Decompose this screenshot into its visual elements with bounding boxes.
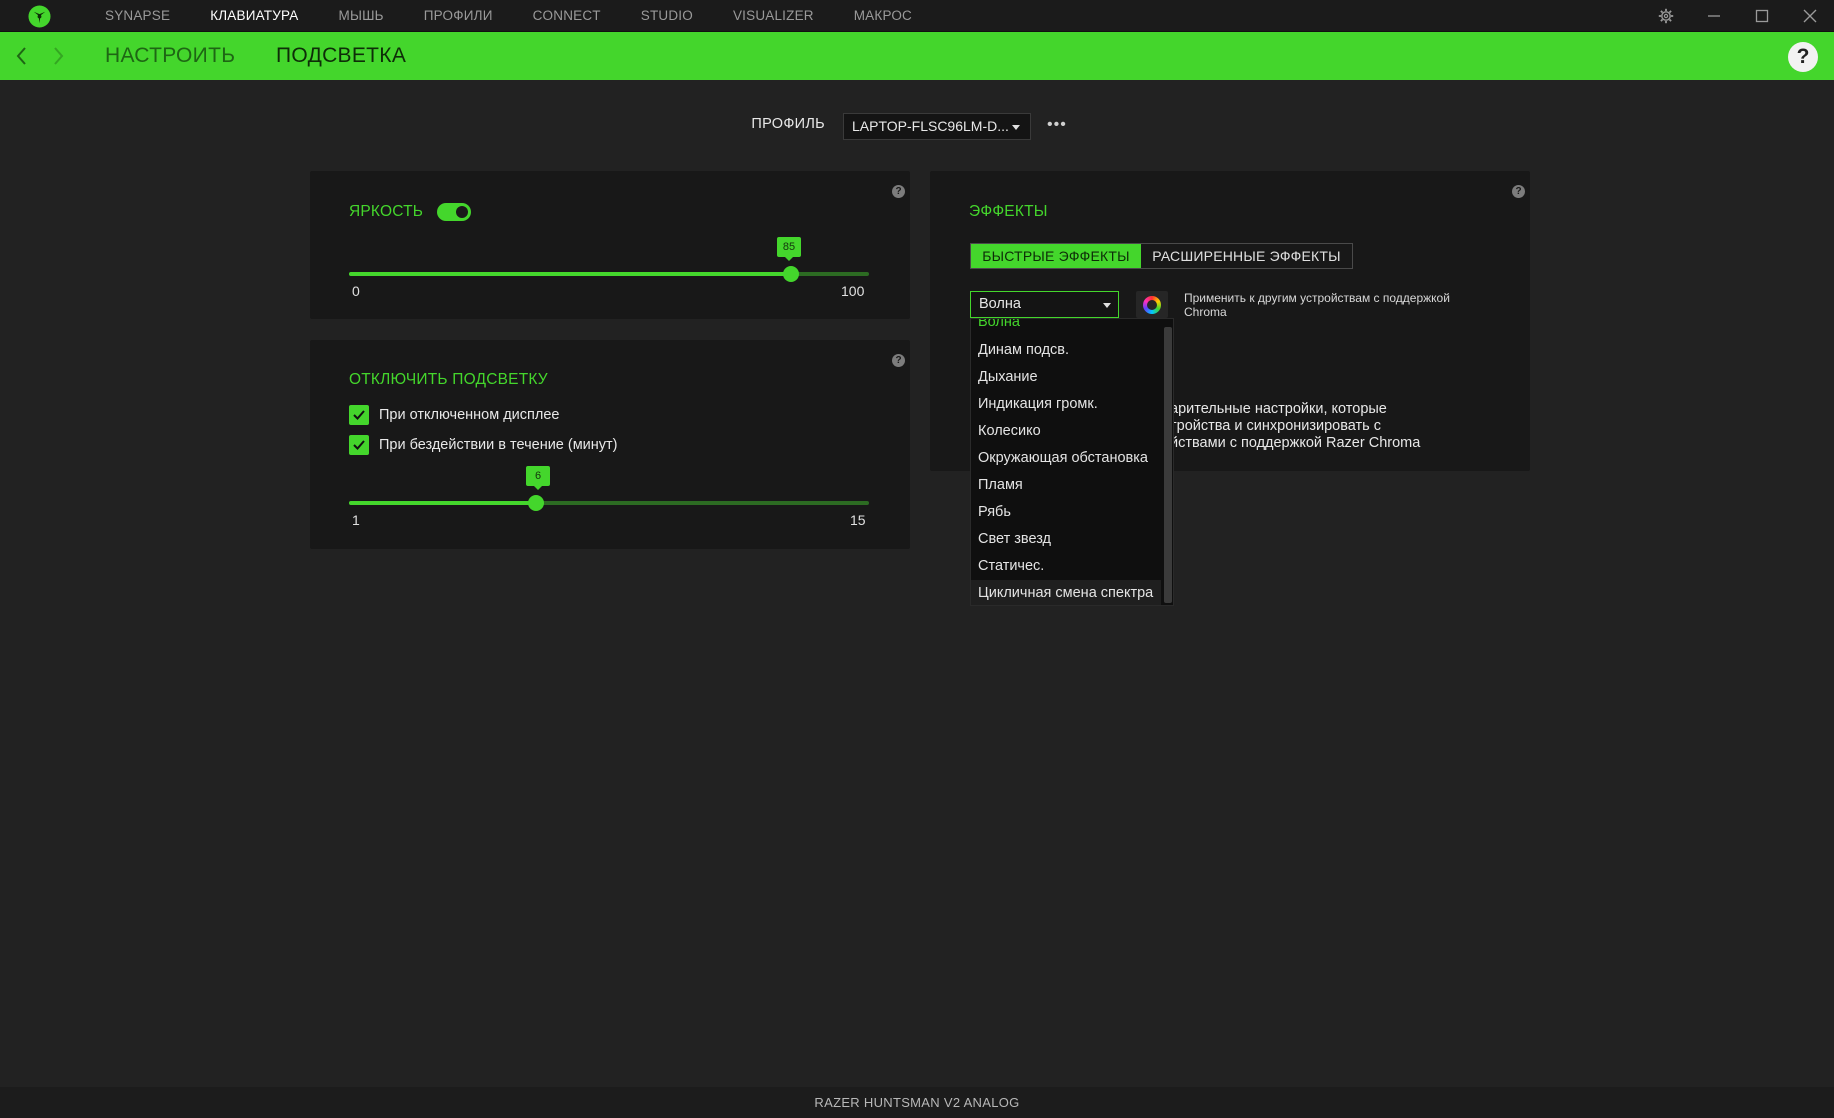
- more-options-icon[interactable]: •••: [1047, 114, 1067, 138]
- effects-title: ЭФФЕКТЫ: [969, 203, 1048, 220]
- description-line: арительные настройки, которые: [1170, 401, 1387, 417]
- razer-synapse-window: SYNAPSE КЛАВИАТУРА МЫШЬ ПРОФИЛИ CONNECT …: [0, 0, 1834, 1118]
- effect-dropdown[interactable]: Волна: [970, 291, 1119, 318]
- brightness-slider[interactable]: [349, 266, 869, 282]
- maximize-button[interactable]: [1742, 0, 1782, 32]
- nav-synapse[interactable]: SYNAPSE: [105, 0, 170, 32]
- razer-logo-icon[interactable]: [28, 5, 51, 28]
- brightness-max-label: 100: [841, 283, 865, 299]
- effects-tab-group: БЫСТРЫЕ ЭФФЕКТЫ РАСШИРЕННЫЕ ЭФФЕКТЫ: [970, 243, 1353, 269]
- tab-lighting[interactable]: ПОДСВЕТКА: [276, 32, 406, 80]
- profile-value: LAPTOP-FLSC96LM-D...: [852, 118, 1009, 134]
- description-line: йствами с поддержкой Razer Chroma: [1170, 435, 1421, 451]
- brightness-slider-thumb[interactable]: [783, 266, 799, 282]
- minimize-button[interactable]: [1694, 0, 1734, 32]
- display-off-option[interactable]: При отключенном дисплее: [349, 404, 559, 426]
- profile-dropdown[interactable]: LAPTOP-FLSC96LM-D...: [843, 113, 1031, 140]
- effect-option-spectrum-cycling[interactable]: Цикличная смена спектра: [971, 580, 1161, 605]
- dropdown-scrollbar[interactable]: [1164, 327, 1172, 603]
- idle-slider-fill: [349, 501, 537, 505]
- back-arrow-icon[interactable]: [10, 44, 34, 68]
- gear-icon: [1658, 8, 1674, 24]
- nav-connect[interactable]: CONNECT: [533, 0, 601, 32]
- description-line: тройства и синхронизировать с: [1170, 418, 1382, 434]
- effect-option-reactive[interactable]: Динам подсв.: [971, 337, 1161, 363]
- idle-option[interactable]: При бездействии в течение (минут): [349, 434, 618, 456]
- effect-option-breathing[interactable]: Дыхание: [971, 364, 1161, 390]
- effect-option-fire[interactable]: Пламя: [971, 472, 1161, 498]
- idle-slider[interactable]: [349, 495, 869, 511]
- apply-to-devices-text[interactable]: Применить к другим устройствам с поддерж…: [1184, 291, 1474, 319]
- device-footer: RAZER HUNTSMAN V2 ANALOG: [0, 1087, 1834, 1118]
- help-icon[interactable]: ?: [892, 354, 905, 367]
- toggle-knob: [456, 206, 468, 218]
- chevron-down-icon: [1103, 303, 1111, 308]
- tab-advanced-effects[interactable]: РАСШИРЕННЫЕ ЭФФЕКТЫ: [1141, 244, 1352, 268]
- profile-label: ПРОФИЛЬ: [751, 116, 825, 132]
- help-icon[interactable]: ?: [892, 185, 905, 198]
- settings-button[interactable]: [1646, 0, 1686, 32]
- idle-slider-thumb[interactable]: [528, 495, 545, 511]
- sub-header: НАСТРОИТЬ ПОДСВЕТКА ?: [0, 32, 1834, 80]
- brightness-toggle[interactable]: [437, 203, 471, 221]
- help-icon[interactable]: ?: [1512, 185, 1525, 198]
- chevron-down-icon: [1012, 125, 1020, 130]
- idle-value-bubble: 6: [526, 466, 550, 490]
- brightness-title: ЯРКОСТЬ: [349, 203, 424, 220]
- effect-option-audio-meter[interactable]: Индикация громк.: [971, 391, 1161, 417]
- display-off-label: При отключенном дисплее: [379, 407, 560, 423]
- nav-profiles[interactable]: ПРОФИЛИ: [424, 0, 493, 32]
- title-bar: SYNAPSE КЛАВИАТУРА МЫШЬ ПРОФИЛИ CONNECT …: [0, 0, 1834, 32]
- brightness-panel: ? ЯРКОСТЬ 85 0 100: [310, 171, 910, 319]
- display-off-checkbox[interactable]: [349, 405, 369, 425]
- close-button[interactable]: [1790, 0, 1830, 32]
- close-icon: [1803, 9, 1817, 23]
- brightness-slider-fill: [349, 272, 791, 276]
- nav-mouse[interactable]: МЫШЬ: [339, 0, 384, 32]
- effect-option-static[interactable]: Статичес.: [971, 553, 1161, 579]
- top-navigation: SYNAPSE КЛАВИАТУРА МЫШЬ ПРОФИЛИ CONNECT …: [105, 0, 952, 32]
- brightness-min-label: 0: [352, 283, 360, 299]
- tab-quick-effects[interactable]: БЫСТРЫЕ ЭФФЕКТЫ: [971, 244, 1141, 268]
- effect-option-ambient[interactable]: Окружающая обстановка: [971, 445, 1161, 471]
- maximize-icon: [1755, 9, 1769, 23]
- lighting-off-panel: ? ОТКЛЮЧИТЬ ПОДСВЕТКУ При отключенном ди…: [310, 340, 910, 549]
- chroma-color-button[interactable]: [1136, 291, 1168, 318]
- effect-option-starlight[interactable]: Свет звезд: [971, 526, 1161, 552]
- effect-dropdown-value: Волна: [979, 296, 1021, 312]
- brightness-value-bubble: 85: [777, 237, 801, 261]
- checkmark-icon: [353, 440, 365, 450]
- forward-arrow-icon[interactable]: [46, 44, 70, 68]
- chroma-icon: [1143, 296, 1161, 314]
- lighting-off-title: ОТКЛЮЧИТЬ ПОДСВЕТКУ: [349, 371, 548, 388]
- idle-max-label: 15: [850, 512, 866, 528]
- effect-option-wave[interactable]: Волна: [971, 319, 1161, 335]
- tab-customize[interactable]: НАСТРОИТЬ: [105, 32, 235, 80]
- checkmark-icon: [353, 410, 365, 420]
- nav-macro[interactable]: МАКРОС: [854, 0, 912, 32]
- effect-option-wheel[interactable]: Колесико: [971, 418, 1161, 444]
- nav-visualizer[interactable]: VISUALIZER: [733, 0, 814, 32]
- help-icon[interactable]: ?: [1788, 42, 1818, 72]
- idle-checkbox[interactable]: [349, 435, 369, 455]
- idle-min-label: 1: [352, 512, 360, 528]
- nav-studio[interactable]: STUDIO: [641, 0, 693, 32]
- nav-keyboard[interactable]: КЛАВИАТУРА: [210, 0, 298, 32]
- advanced-effects-description: арительные настройки, которые тройства и…: [1170, 401, 1470, 452]
- minimize-icon: [1708, 15, 1720, 17]
- effect-option-ripple[interactable]: Рябь: [971, 499, 1161, 525]
- effect-dropdown-list: Волна Динам подсв. Дыхание Индикация гро…: [970, 318, 1174, 606]
- idle-label: При бездействии в течение (минут): [379, 437, 618, 453]
